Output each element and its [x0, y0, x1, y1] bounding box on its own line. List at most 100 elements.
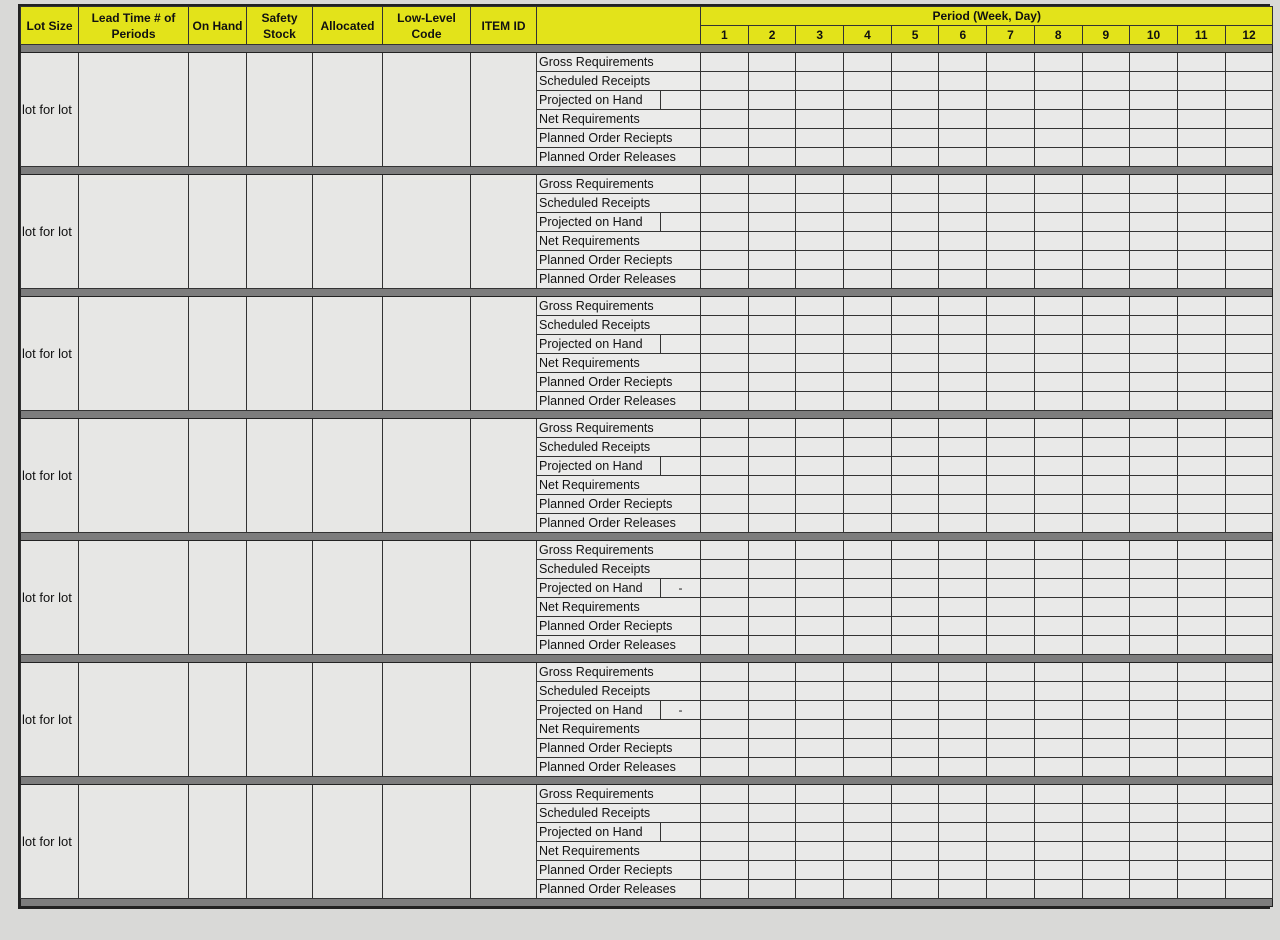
period-12-cell[interactable] — [1224, 681, 1274, 701]
period-4-cell[interactable] — [843, 784, 892, 804]
period-6-cell[interactable] — [938, 456, 988, 476]
period-8-cell[interactable] — [1033, 719, 1083, 739]
period-11-cell[interactable] — [1176, 719, 1226, 739]
period-1-cell[interactable] — [700, 71, 749, 91]
period-12-cell[interactable] — [1224, 109, 1274, 129]
period-11-cell[interactable] — [1176, 128, 1226, 148]
period-8-cell[interactable] — [1033, 494, 1083, 514]
period-1-cell[interactable] — [700, 757, 749, 777]
period-12-cell[interactable] — [1224, 597, 1274, 617]
period-2-cell[interactable] — [747, 456, 797, 476]
period-7-cell[interactable] — [986, 738, 1035, 758]
period-8-cell[interactable] — [1033, 315, 1083, 335]
period-9-cell[interactable] — [1081, 635, 1131, 655]
period-4-cell[interactable] — [843, 738, 892, 758]
period-11-cell[interactable] — [1176, 212, 1226, 232]
period-11-cell[interactable] — [1176, 90, 1226, 110]
block-5-lot-size-cell[interactable]: lot for lot — [20, 540, 79, 655]
period-8-cell[interactable] — [1033, 372, 1083, 392]
period-3-cell[interactable] — [795, 315, 845, 335]
period-2-cell[interactable] — [747, 597, 797, 617]
period-4-cell[interactable] — [843, 860, 892, 880]
period-2-cell[interactable] — [747, 296, 797, 316]
period-8-cell[interactable] — [1033, 860, 1083, 880]
block-3-lead-time-cell[interactable] — [78, 296, 189, 411]
period-11-cell[interactable] — [1176, 334, 1226, 354]
period-8-cell[interactable] — [1033, 757, 1083, 777]
period-8-cell[interactable] — [1033, 662, 1083, 682]
period-3-cell[interactable] — [795, 662, 845, 682]
block-5-on-hand-cell[interactable] — [188, 540, 247, 655]
period-2-cell[interactable] — [747, 90, 797, 110]
block-3-lot-size-cell[interactable]: lot for lot — [20, 296, 79, 411]
period-1-cell[interactable] — [700, 635, 749, 655]
period-7-cell[interactable] — [986, 681, 1035, 701]
period-10-cell[interactable] — [1129, 193, 1178, 213]
period-9-cell[interactable] — [1081, 147, 1131, 167]
period-5-cell[interactable] — [890, 879, 940, 899]
period-5-cell[interactable] — [890, 418, 940, 438]
period-8-cell[interactable] — [1033, 635, 1083, 655]
period-2-cell[interactable] — [747, 578, 797, 598]
period-3-cell[interactable] — [795, 738, 845, 758]
period-1-cell[interactable] — [700, 372, 749, 392]
period-7-cell[interactable] — [986, 597, 1035, 617]
period-2-cell[interactable] — [747, 353, 797, 373]
period-10-cell[interactable] — [1129, 315, 1178, 335]
period-1-cell[interactable] — [700, 353, 749, 373]
period-12-cell[interactable] — [1224, 700, 1274, 720]
period-3-cell[interactable] — [795, 860, 845, 880]
period-8-cell[interactable] — [1033, 578, 1083, 598]
period-6-cell[interactable] — [938, 803, 988, 823]
period-9-cell[interactable] — [1081, 418, 1131, 438]
period-12-cell[interactable] — [1224, 738, 1274, 758]
period-1-cell[interactable] — [700, 616, 749, 636]
block-4-on-hand-cell[interactable] — [188, 418, 247, 533]
projected-on-hand-initial-cell[interactable] — [660, 334, 701, 354]
period-7-cell[interactable] — [986, 174, 1035, 194]
period-3-cell[interactable] — [795, 559, 845, 579]
period-1-cell[interactable] — [700, 52, 749, 72]
period-12-cell[interactable] — [1224, 475, 1274, 495]
period-3-cell[interactable] — [795, 372, 845, 392]
period-6-cell[interactable] — [938, 418, 988, 438]
period-10-cell[interactable] — [1129, 662, 1178, 682]
period-5-cell[interactable] — [890, 719, 940, 739]
period-4-cell[interactable] — [843, 231, 892, 251]
period-3-cell[interactable] — [795, 841, 845, 861]
block-2-item-id-cell[interactable] — [470, 174, 537, 289]
period-6-cell[interactable] — [938, 475, 988, 495]
period-10-cell[interactable] — [1129, 391, 1178, 411]
period-12-cell[interactable] — [1224, 90, 1274, 110]
period-2-cell[interactable] — [747, 635, 797, 655]
period-6-cell[interactable] — [938, 578, 988, 598]
period-11-cell[interactable] — [1176, 879, 1226, 899]
period-4-cell[interactable] — [843, 540, 892, 560]
period-6-cell[interactable] — [938, 296, 988, 316]
period-4-cell[interactable] — [843, 475, 892, 495]
period-1-cell[interactable] — [700, 662, 749, 682]
period-10-cell[interactable] — [1129, 353, 1178, 373]
period-6-cell[interactable] — [938, 559, 988, 579]
period-2-cell[interactable] — [747, 475, 797, 495]
block-6-safety-stock-cell[interactable] — [246, 662, 313, 777]
period-2-cell[interactable] — [747, 193, 797, 213]
period-12-cell[interactable] — [1224, 212, 1274, 232]
period-6-cell[interactable] — [938, 437, 988, 457]
period-12-cell[interactable] — [1224, 334, 1274, 354]
block-1-on-hand-cell[interactable] — [188, 52, 247, 167]
period-7-cell[interactable] — [986, 456, 1035, 476]
period-1-cell[interactable] — [700, 456, 749, 476]
period-2-cell[interactable] — [747, 879, 797, 899]
period-3-cell[interactable] — [795, 109, 845, 129]
period-10-cell[interactable] — [1129, 700, 1178, 720]
period-11-cell[interactable] — [1176, 513, 1226, 533]
block-6-on-hand-cell[interactable] — [188, 662, 247, 777]
block-7-low-level-code-cell[interactable] — [382, 784, 471, 899]
period-6-cell[interactable] — [938, 784, 988, 804]
period-2-cell[interactable] — [747, 315, 797, 335]
period-3-cell[interactable] — [795, 494, 845, 514]
period-5-cell[interactable] — [890, 128, 940, 148]
period-11-cell[interactable] — [1176, 803, 1226, 823]
period-9-cell[interactable] — [1081, 879, 1131, 899]
